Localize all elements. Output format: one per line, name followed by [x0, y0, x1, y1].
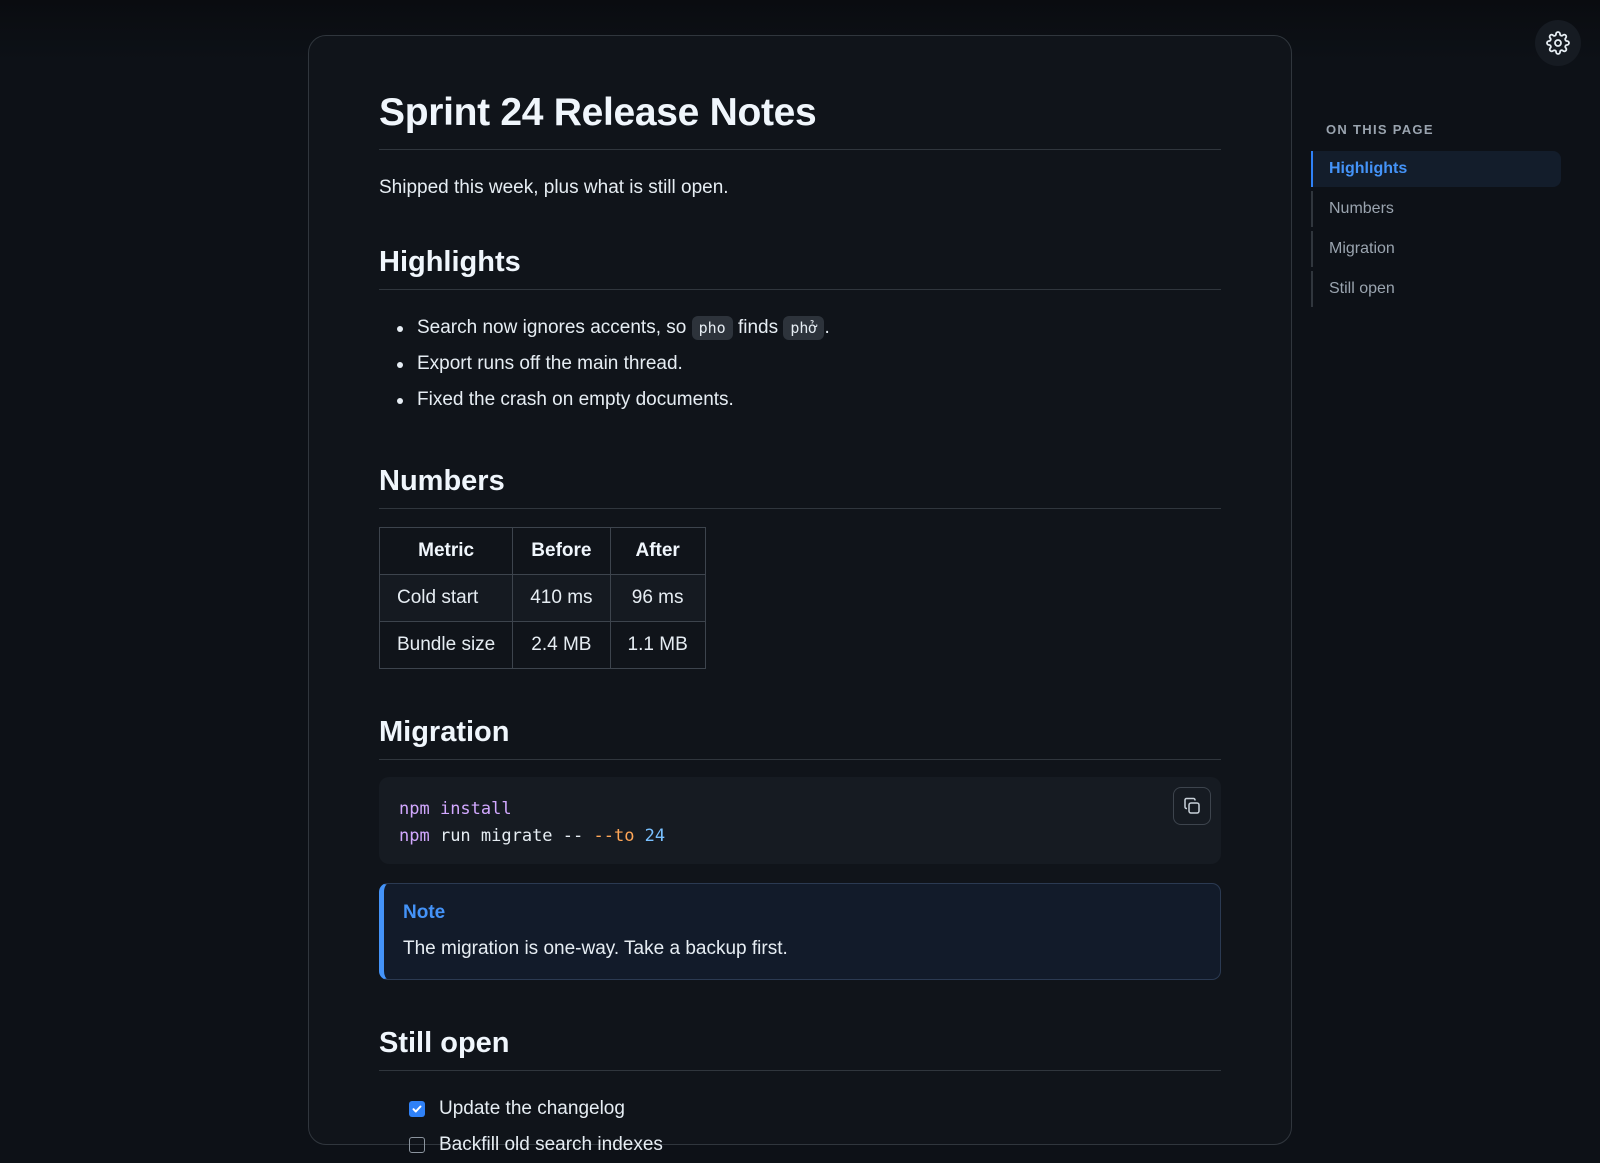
code-token-flag: --to: [593, 826, 634, 846]
column-header: After: [610, 527, 705, 574]
table-header-row: Metric Before After: [380, 527, 706, 574]
section-heading-migration: Migration: [379, 716, 1221, 760]
column-header: Metric: [380, 527, 513, 574]
list-item: Fixed the crash on empty documents.: [395, 382, 1221, 418]
code-line: npm run migrate -- --to 24: [399, 823, 1201, 850]
callout-body: The migration is one-way. Take a backup …: [403, 938, 1200, 960]
callout-title: Note: [403, 902, 1200, 924]
table-cell: Cold start: [380, 574, 513, 621]
inline-code: pho: [692, 316, 733, 340]
task-item: Update the changelog: [409, 1091, 1221, 1127]
toc-item-still-open[interactable]: Still open: [1311, 271, 1561, 307]
toc-heading: ON THIS PAGE: [1326, 122, 1561, 137]
section-heading-still-open: Still open: [379, 1027, 1221, 1071]
inline-code: phở: [783, 316, 824, 340]
toc-item-highlights[interactable]: Highlights: [1311, 151, 1561, 187]
document-card: Sprint 24 Release Notes Shipped this wee…: [308, 35, 1292, 1145]
gear-icon: [1546, 31, 1570, 55]
copy-icon: [1182, 796, 1202, 816]
task-label: Update the changelog: [439, 1091, 625, 1127]
toc-item-migration[interactable]: Migration: [1311, 231, 1561, 267]
bullet-text: finds: [733, 317, 784, 338]
toc-item-numbers[interactable]: Numbers: [1311, 191, 1561, 227]
table-cell: 2.4 MB: [513, 621, 610, 668]
task-checkbox[interactable]: [409, 1101, 425, 1117]
table-cell: 96 ms: [610, 574, 705, 621]
list-item: Export runs off the main thread.: [395, 346, 1221, 382]
metrics-table: Metric Before After Cold start 410 ms 96…: [379, 527, 706, 669]
check-icon: [411, 1103, 423, 1115]
settings-button[interactable]: [1535, 20, 1581, 66]
note-callout: Note The migration is one-way. Take a ba…: [379, 883, 1221, 980]
highlights-list: Search now ignores accents, so pho finds…: [379, 310, 1221, 418]
toc-list: Highlights Numbers Migration Still open: [1311, 151, 1561, 307]
bullet-text: Search now ignores accents, so: [417, 317, 692, 338]
task-label: Backfill old search indexes: [439, 1127, 663, 1163]
bullet-text: .: [824, 317, 829, 338]
table-row: Cold start 410 ms 96 ms: [380, 574, 706, 621]
table-cell: 410 ms: [513, 574, 610, 621]
code-token-command: npm: [399, 826, 430, 846]
code-block: npm install npm run migrate -- --to 24: [379, 777, 1221, 864]
code-token-command: npm: [399, 799, 430, 819]
code-token-arg: install: [430, 799, 512, 819]
task-checkbox[interactable]: [409, 1137, 425, 1153]
task-item: Backfill old search indexes: [409, 1127, 1221, 1163]
code-token-plain: run migrate --: [430, 826, 594, 846]
table-row: Bundle size 2.4 MB 1.1 MB: [380, 621, 706, 668]
table-cell: Bundle size: [380, 621, 513, 668]
lead-paragraph: Shipped this week, plus what is still op…: [379, 177, 1221, 199]
section-heading-highlights: Highlights: [379, 246, 1221, 290]
column-header: Before: [513, 527, 610, 574]
list-item: Search now ignores accents, so pho finds…: [395, 310, 1221, 346]
task-list: Update the changelog Backfill old search…: [379, 1091, 1221, 1163]
section-heading-numbers: Numbers: [379, 465, 1221, 509]
table-cell: 1.1 MB: [610, 621, 705, 668]
copy-code-button[interactable]: [1173, 787, 1211, 825]
code-line: npm install: [399, 796, 1201, 823]
table-of-contents: ON THIS PAGE Highlights Numbers Migratio…: [1311, 122, 1561, 311]
code-token-number: 24: [634, 826, 665, 846]
page-title: Sprint 24 Release Notes: [379, 92, 1221, 150]
